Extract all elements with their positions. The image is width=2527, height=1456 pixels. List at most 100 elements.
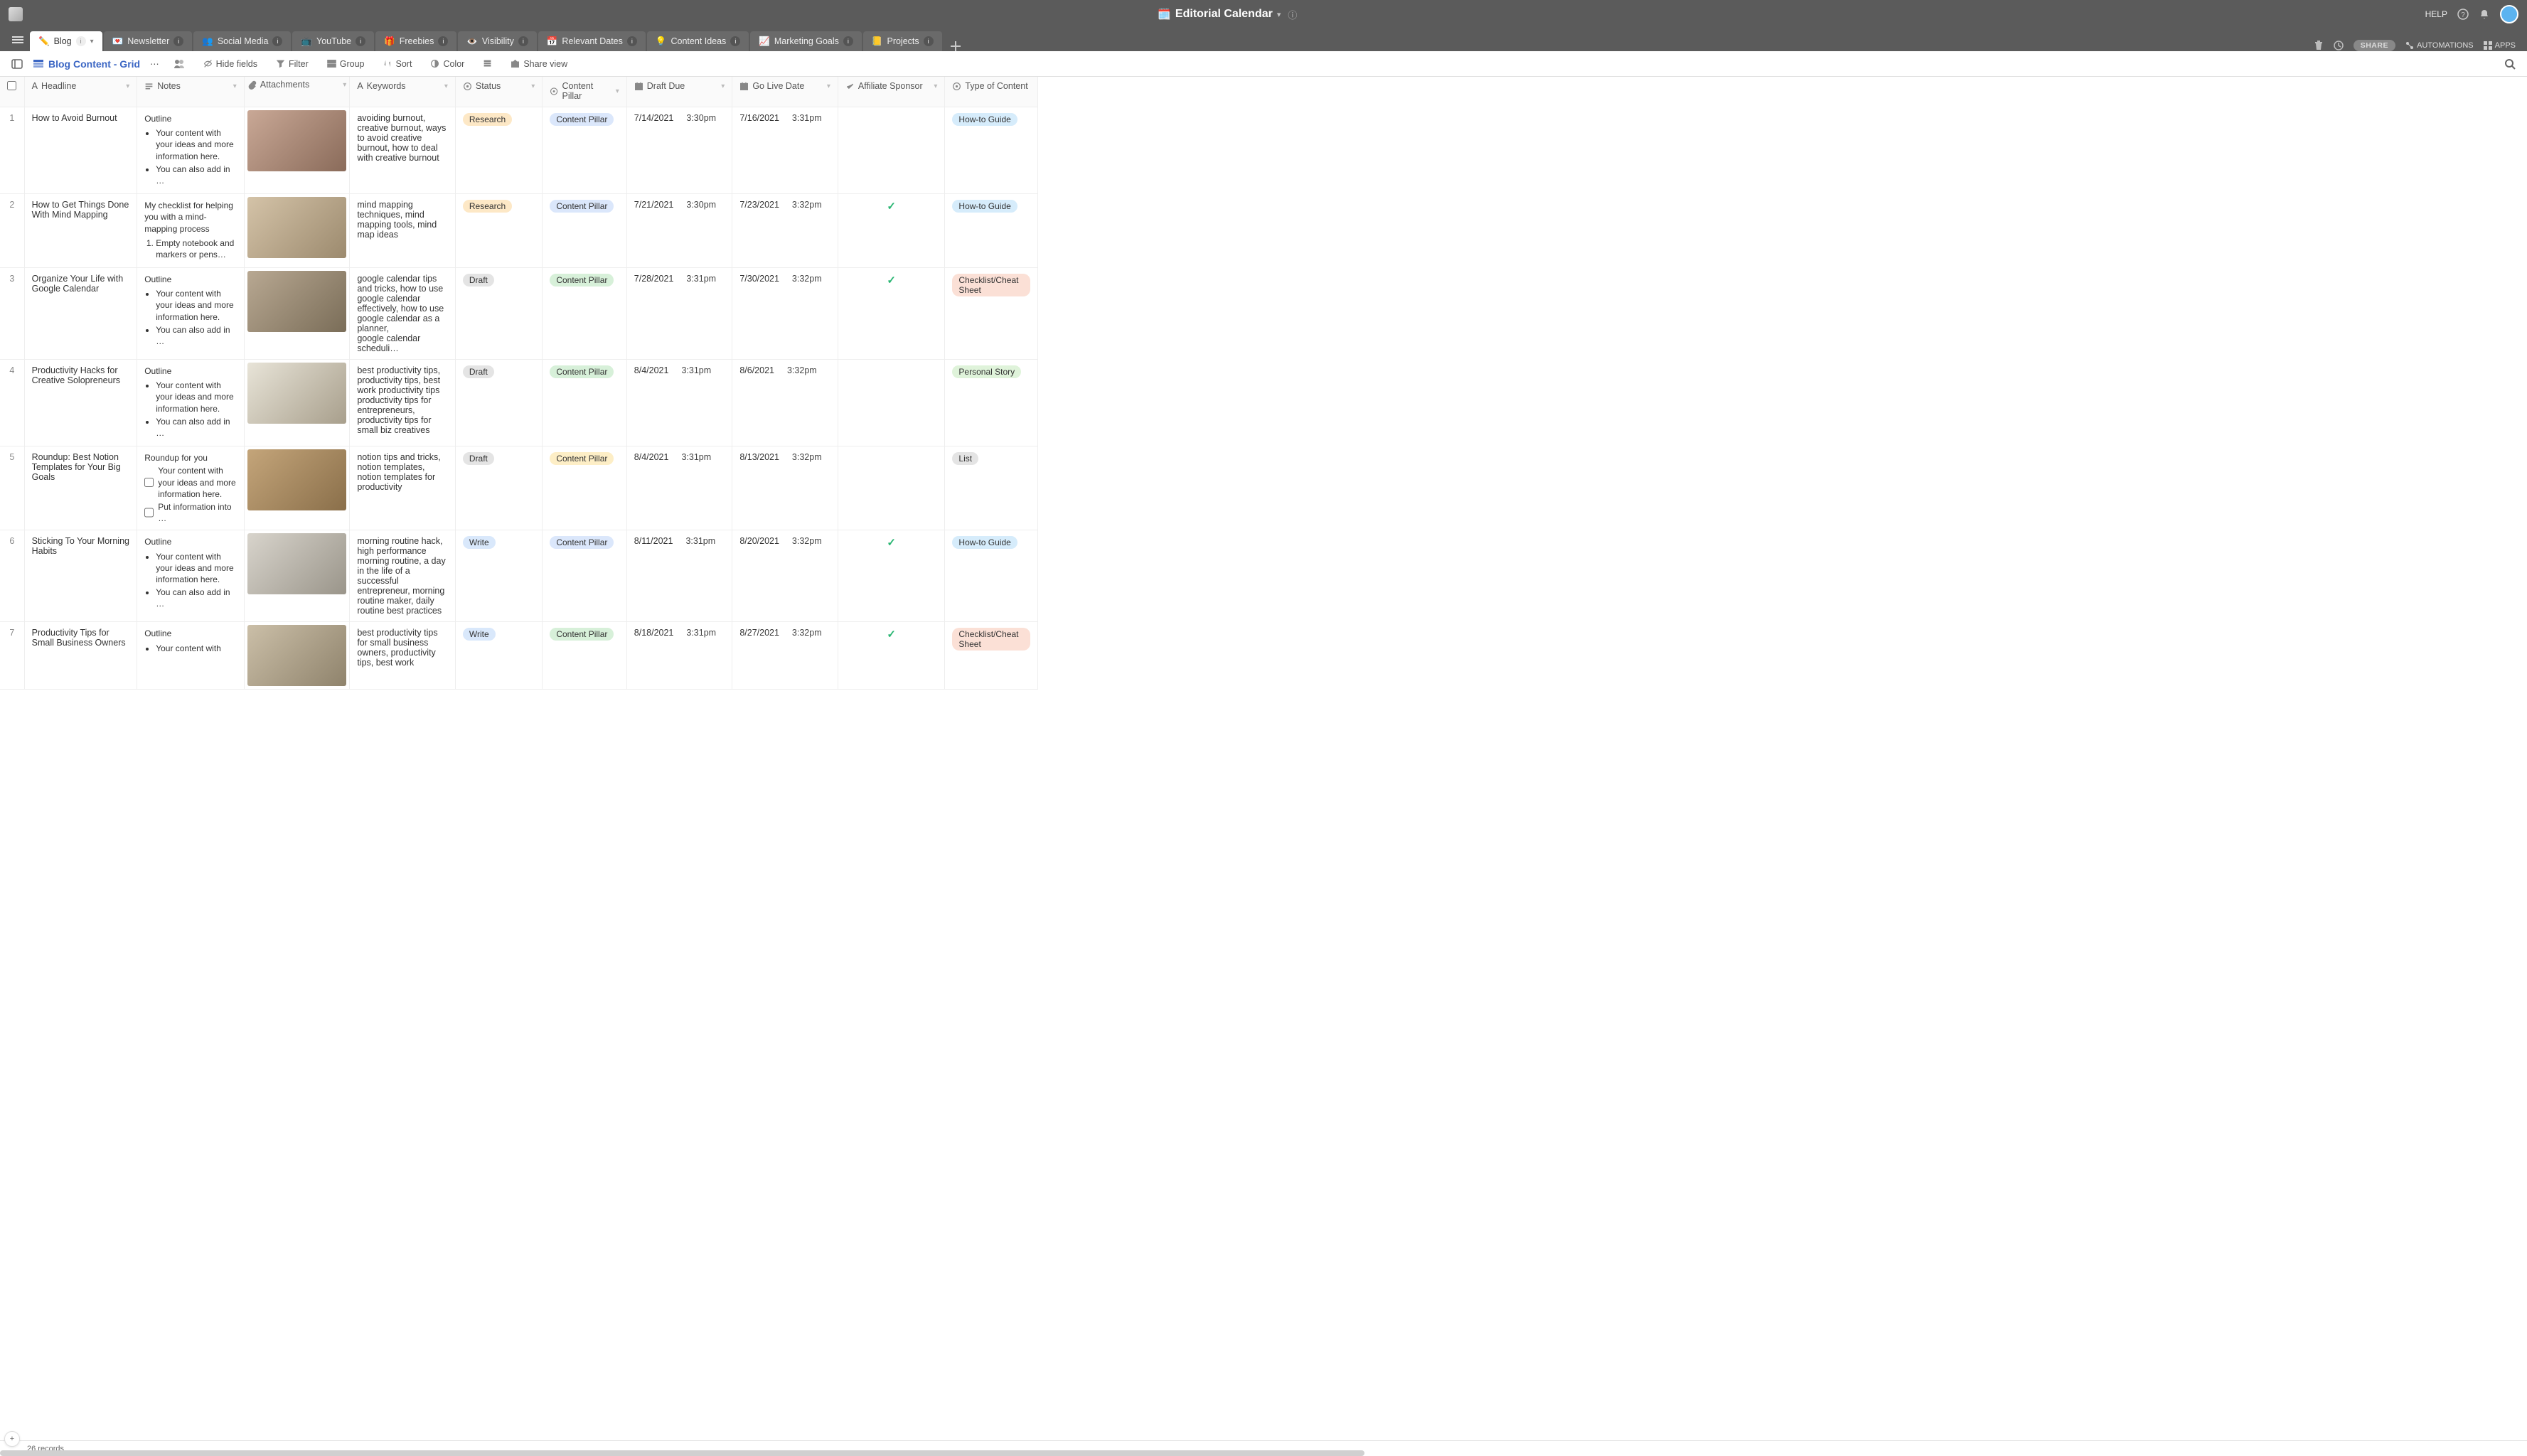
filter-button[interactable]: Filter [272,56,313,72]
cell-notes[interactable]: OutlineYour content with your ideas and … [137,107,245,194]
cell-go-live[interactable]: 8/13/20213:32pm [732,446,838,530]
column-header-draft-due[interactable]: Draft Due▾ [626,77,732,107]
cell-type[interactable]: How-to Guide [945,530,1038,622]
collaborators-icon[interactable] [169,55,189,73]
cell-headline[interactable]: Roundup: Best Notion Templates for Your … [24,446,137,530]
table-row[interactable]: 5 Roundup: Best Notion Templates for You… [0,446,1038,530]
cell-status[interactable]: Write [455,530,542,622]
row-height-button[interactable] [479,56,496,71]
group-button[interactable]: Group [323,56,369,72]
cell-status[interactable]: Research [455,107,542,194]
cell-headline[interactable]: How to Avoid Burnout [24,107,137,194]
help-circle-icon[interactable]: ? [2457,9,2469,20]
cell-draft-due[interactable]: 7/21/20213:30pm [626,194,732,268]
cell-draft-due[interactable]: 8/11/20213:31pm [626,530,732,622]
cell-draft-due[interactable]: 7/14/20213:30pm [626,107,732,194]
cell-draft-due[interactable]: 8/18/20213:31pm [626,622,732,690]
horizontal-scrollbar[interactable] [0,1450,1364,1456]
cell-attachments[interactable] [244,194,350,268]
table-row[interactable]: 6 Sticking To Your Morning Habits Outlin… [0,530,1038,622]
table-row[interactable]: 1 How to Avoid Burnout OutlineYour conte… [0,107,1038,194]
attachment-thumbnail[interactable] [247,271,347,332]
sidebar-toggle-button[interactable] [7,55,27,73]
cell-notes[interactable]: My checklist for helping you with a mind… [137,194,245,268]
cell-go-live[interactable]: 8/6/20213:32pm [732,360,838,446]
cell-headline[interactable]: Sticking To Your Morning Habits [24,530,137,622]
chevron-down-icon[interactable]: ▾ [1277,10,1281,19]
column-header-affiliate[interactable]: Affiliate Sponsor▾ [838,77,945,107]
tab-newsletter[interactable]: 💌Newsletteri [104,31,193,51]
menu-icon[interactable] [7,28,28,51]
help-link[interactable]: HELP [2425,9,2447,19]
trash-icon[interactable] [2314,41,2324,50]
column-header-keywords[interactable]: AKeywords▾ [350,77,456,107]
column-header-go-live[interactable]: Go Live Date▾ [732,77,838,107]
automations-button[interactable]: AUTOMATIONS [2405,41,2474,50]
table-row[interactable]: 7 Productivity Tips for Small Business O… [0,622,1038,690]
cell-pillar[interactable]: Content Pillar [543,530,626,622]
tab-freebies[interactable]: 🎁Freebiesi [375,31,456,51]
cell-go-live[interactable]: 8/20/20213:32pm [732,530,838,622]
tab-content-ideas[interactable]: 💡Content Ideasi [647,31,749,51]
column-header-pillar[interactable]: Content Pillar▾ [543,77,626,107]
grid-scroll-area[interactable]: AHeadline▾ Notes▾ Attachments▾ AKeywords… [0,77,2527,1440]
attachment-thumbnail[interactable] [247,363,347,424]
cell-go-live[interactable]: 7/16/20213:31pm [732,107,838,194]
cell-affiliate[interactable]: ✓ [838,194,945,268]
cell-go-live[interactable]: 7/30/20213:32pm [732,268,838,360]
add-table-button[interactable] [944,41,968,51]
cell-keywords[interactable]: avoiding burnout, creative burnout, ways… [350,107,456,194]
column-header-attachments[interactable]: Attachments▾ [244,77,350,107]
cell-affiliate[interactable]: ✓ [838,530,945,622]
hide-fields-button[interactable]: Hide fields [199,56,262,72]
cell-headline[interactable]: Productivity Tips for Small Business Own… [24,622,137,690]
share-button[interactable]: SHARE [2354,40,2395,51]
cell-affiliate[interactable] [838,360,945,446]
base-title[interactable]: Editorial Calendar [1175,8,1273,21]
select-all-checkbox[interactable] [0,77,24,107]
cell-attachments[interactable] [244,446,350,530]
cell-pillar[interactable]: Content Pillar [543,107,626,194]
sort-button[interactable]: Sort [379,56,417,72]
cell-keywords[interactable]: best productivity tips for small busines… [350,622,456,690]
cell-affiliate[interactable]: ✓ [838,622,945,690]
cell-draft-due[interactable]: 7/28/20213:31pm [626,268,732,360]
column-header-status[interactable]: Status▾ [455,77,542,107]
cell-headline[interactable]: Productivity Hacks for Creative Solopren… [24,360,137,446]
notes-checkbox[interactable] [144,501,154,524]
cell-keywords[interactable]: google calendar tips and tricks, how to … [350,268,456,360]
cell-affiliate[interactable]: ✓ [838,268,945,360]
table-row[interactable]: 4 Productivity Hacks for Creative Solopr… [0,360,1038,446]
cell-headline[interactable]: How to Get Things Done With Mind Mapping [24,194,137,268]
share-view-button[interactable]: Share view [506,56,572,72]
cell-pillar[interactable]: Content Pillar [543,446,626,530]
cell-keywords[interactable]: mind mapping techniques, mind mapping to… [350,194,456,268]
cell-status[interactable]: Research [455,194,542,268]
cell-notes[interactable]: OutlineYour content with your ideas and … [137,268,245,360]
notes-checkbox[interactable] [144,465,154,500]
cell-attachments[interactable] [244,360,350,446]
apps-button[interactable]: APPS [2484,41,2516,50]
table-row[interactable]: 3 Organize Your Life with Google Calenda… [0,268,1038,360]
cell-notes[interactable]: OutlineYour content with your ideas and … [137,360,245,446]
tab-visibility[interactable]: 👁️Visibilityi [458,31,537,51]
attachment-thumbnail[interactable] [247,449,347,510]
user-avatar[interactable] [2500,5,2518,23]
cell-notes[interactable]: OutlineYour content with [137,622,245,690]
cell-notes[interactable]: OutlineYour content with your ideas and … [137,530,245,622]
cell-draft-due[interactable]: 8/4/20213:31pm [626,360,732,446]
column-header-notes[interactable]: Notes▾ [137,77,245,107]
cell-headline[interactable]: Organize Your Life with Google Calendar [24,268,137,360]
bell-icon[interactable] [2479,9,2490,20]
column-header-headline[interactable]: AHeadline▾ [24,77,137,107]
cell-pillar[interactable]: Content Pillar [543,360,626,446]
tab-relevant-dates[interactable]: 📅Relevant Datesi [538,31,646,51]
info-icon[interactable]: ⓘ [1288,8,1297,21]
view-menu-button[interactable]: ⋯ [146,55,164,72]
cell-status[interactable]: Draft [455,268,542,360]
attachment-thumbnail[interactable] [247,625,347,686]
tab-marketing-goals[interactable]: 📈Marketing Goalsi [750,31,862,51]
tab-projects[interactable]: 📒Projectsi [863,31,942,51]
cell-keywords[interactable]: notion tips and tricks, notion templates… [350,446,456,530]
cell-go-live[interactable]: 8/27/20213:32pm [732,622,838,690]
